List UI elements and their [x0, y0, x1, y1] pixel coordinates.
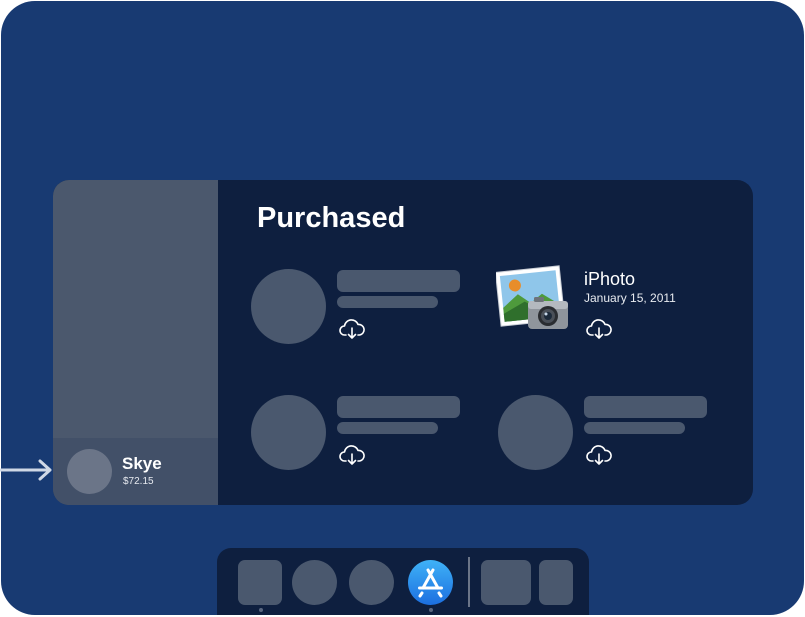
app-purchase-date: January 15, 2011 [584, 291, 676, 305]
app-name-placeholder [337, 270, 460, 292]
dock-app-placeholder[interactable] [539, 560, 573, 605]
account-button[interactable]: Skye $72.15 [53, 438, 218, 505]
cloud-download-icon[interactable] [339, 317, 365, 341]
app-date-placeholder [337, 296, 438, 308]
app-store-window: Skye $72.15 Purchased iPhoto January 15,… [53, 180, 753, 505]
page-title: Purchased [257, 202, 406, 234]
desktop: Skye $72.15 Purchased iPhoto January 15,… [1, 1, 804, 615]
app-thumbnail-placeholder [251, 269, 326, 344]
sidebar: Skye $72.15 [53, 180, 218, 505]
app-name-placeholder [584, 396, 707, 418]
app-date-placeholder [337, 422, 438, 434]
dock-app-placeholder[interactable] [292, 560, 337, 605]
avatar [67, 449, 112, 494]
app-date-placeholder [584, 422, 685, 434]
dock-app-placeholder[interactable] [481, 560, 531, 605]
dock-app-placeholder[interactable] [349, 560, 394, 605]
app-thumbnail-placeholder [251, 395, 326, 470]
dock-separator [468, 557, 470, 607]
app-name: iPhoto [584, 269, 636, 289]
pointer-arrow-icon [0, 459, 52, 481]
dock-running-indicator [259, 608, 263, 612]
account-balance: $72.15 [123, 476, 154, 487]
purchase-item-iphoto[interactable]: iPhoto January 15, 2011 [496, 265, 718, 359]
iphoto-icon [496, 265, 568, 329]
app-store-icon[interactable] [408, 560, 453, 605]
cloud-download-icon[interactable] [586, 443, 612, 467]
account-name: Skye [122, 454, 162, 473]
purchase-item[interactable] [251, 395, 471, 485]
app-name-placeholder [337, 396, 460, 418]
purchase-item[interactable] [498, 395, 718, 485]
dock-app-placeholder[interactable] [238, 560, 282, 605]
dock [217, 548, 589, 615]
cloud-download-icon[interactable] [586, 317, 612, 341]
purchase-item[interactable] [251, 269, 471, 359]
cloud-download-icon[interactable] [339, 443, 365, 467]
dock-running-indicator [429, 608, 433, 612]
app-thumbnail-placeholder [498, 395, 573, 470]
